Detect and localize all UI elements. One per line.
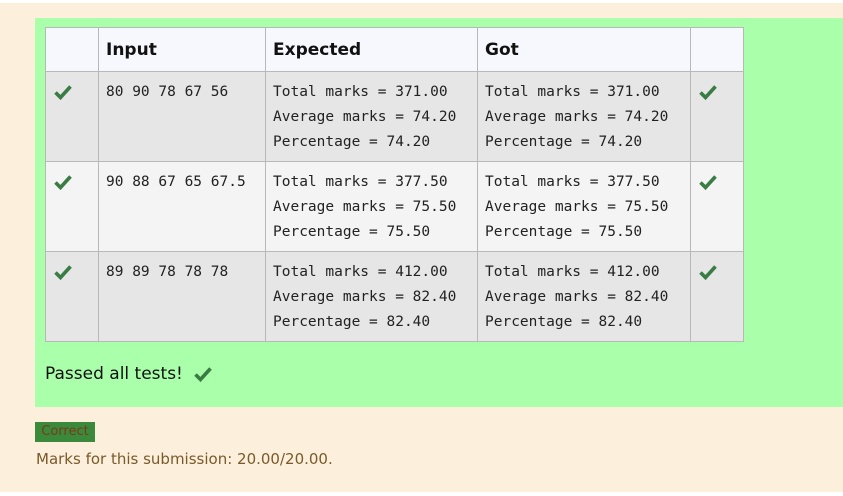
input-text: 80 90 78 67 56 — [106, 84, 229, 100]
row-status2-cell — [690, 71, 744, 162]
got-text: Total marks = 371.00 Average marks = 74.… — [485, 84, 669, 150]
expected-cell: Total marks = 412.00 Average marks = 82.… — [265, 251, 478, 342]
row-status-cell — [45, 161, 99, 252]
row-status-cell — [45, 251, 99, 342]
table-header-row: Input Expected Got — [45, 27, 744, 72]
header-status2 — [690, 27, 744, 72]
marks-for-submission: Marks for this submission: 20.00/20.00. — [36, 450, 333, 468]
row-status2-cell — [690, 251, 744, 342]
check-icon — [698, 82, 718, 102]
got-cell: Total marks = 377.50 Average marks = 75.… — [477, 161, 691, 252]
passed-text: Passed all tests! — [45, 364, 183, 384]
question-outcome-panel: Input Expected Got 80 90 78 67 56 Total … — [0, 3, 843, 492]
input-cell: 80 90 78 67 56 — [98, 71, 266, 162]
test-results-box: Input Expected Got 80 90 78 67 56 Total … — [35, 18, 843, 407]
input-text: 89 89 78 78 78 — [106, 264, 229, 280]
header-got: Got — [477, 27, 691, 72]
check-icon — [193, 364, 213, 384]
check-icon — [53, 172, 73, 192]
check-icon — [698, 172, 718, 192]
correct-badge: Correct — [35, 422, 95, 442]
header-input: Input — [98, 27, 266, 72]
expected-text: Total marks = 371.00 Average marks = 74.… — [273, 84, 457, 150]
header-status — [45, 27, 99, 72]
input-cell: 89 89 78 78 78 — [98, 251, 266, 342]
check-icon — [698, 262, 718, 282]
expected-cell: Total marks = 377.50 Average marks = 75.… — [265, 161, 478, 252]
passed-all-tests-message: Passed all tests! — [45, 364, 213, 384]
row-status2-cell — [690, 161, 744, 252]
input-text: 90 88 67 65 67.5 — [106, 174, 246, 190]
row-status-cell — [45, 71, 99, 162]
got-text: Total marks = 377.50 Average marks = 75.… — [485, 174, 669, 240]
got-cell: Total marks = 371.00 Average marks = 74.… — [477, 71, 691, 162]
input-cell: 90 88 67 65 67.5 — [98, 161, 266, 252]
expected-text: Total marks = 412.00 Average marks = 82.… — [273, 264, 457, 330]
table-row: 89 89 78 78 78 Total marks = 412.00 Aver… — [45, 251, 744, 342]
got-cell: Total marks = 412.00 Average marks = 82.… — [477, 251, 691, 342]
got-text: Total marks = 412.00 Average marks = 82.… — [485, 264, 669, 330]
check-icon — [53, 82, 73, 102]
results-table: Input Expected Got 80 90 78 67 56 Total … — [45, 27, 744, 342]
check-icon — [53, 262, 73, 282]
header-expected: Expected — [265, 27, 478, 72]
expected-cell: Total marks = 371.00 Average marks = 74.… — [265, 71, 478, 162]
table-row: 90 88 67 65 67.5 Total marks = 377.50 Av… — [45, 161, 744, 252]
table-row: 80 90 78 67 56 Total marks = 371.00 Aver… — [45, 71, 744, 162]
expected-text: Total marks = 377.50 Average marks = 75.… — [273, 174, 457, 240]
